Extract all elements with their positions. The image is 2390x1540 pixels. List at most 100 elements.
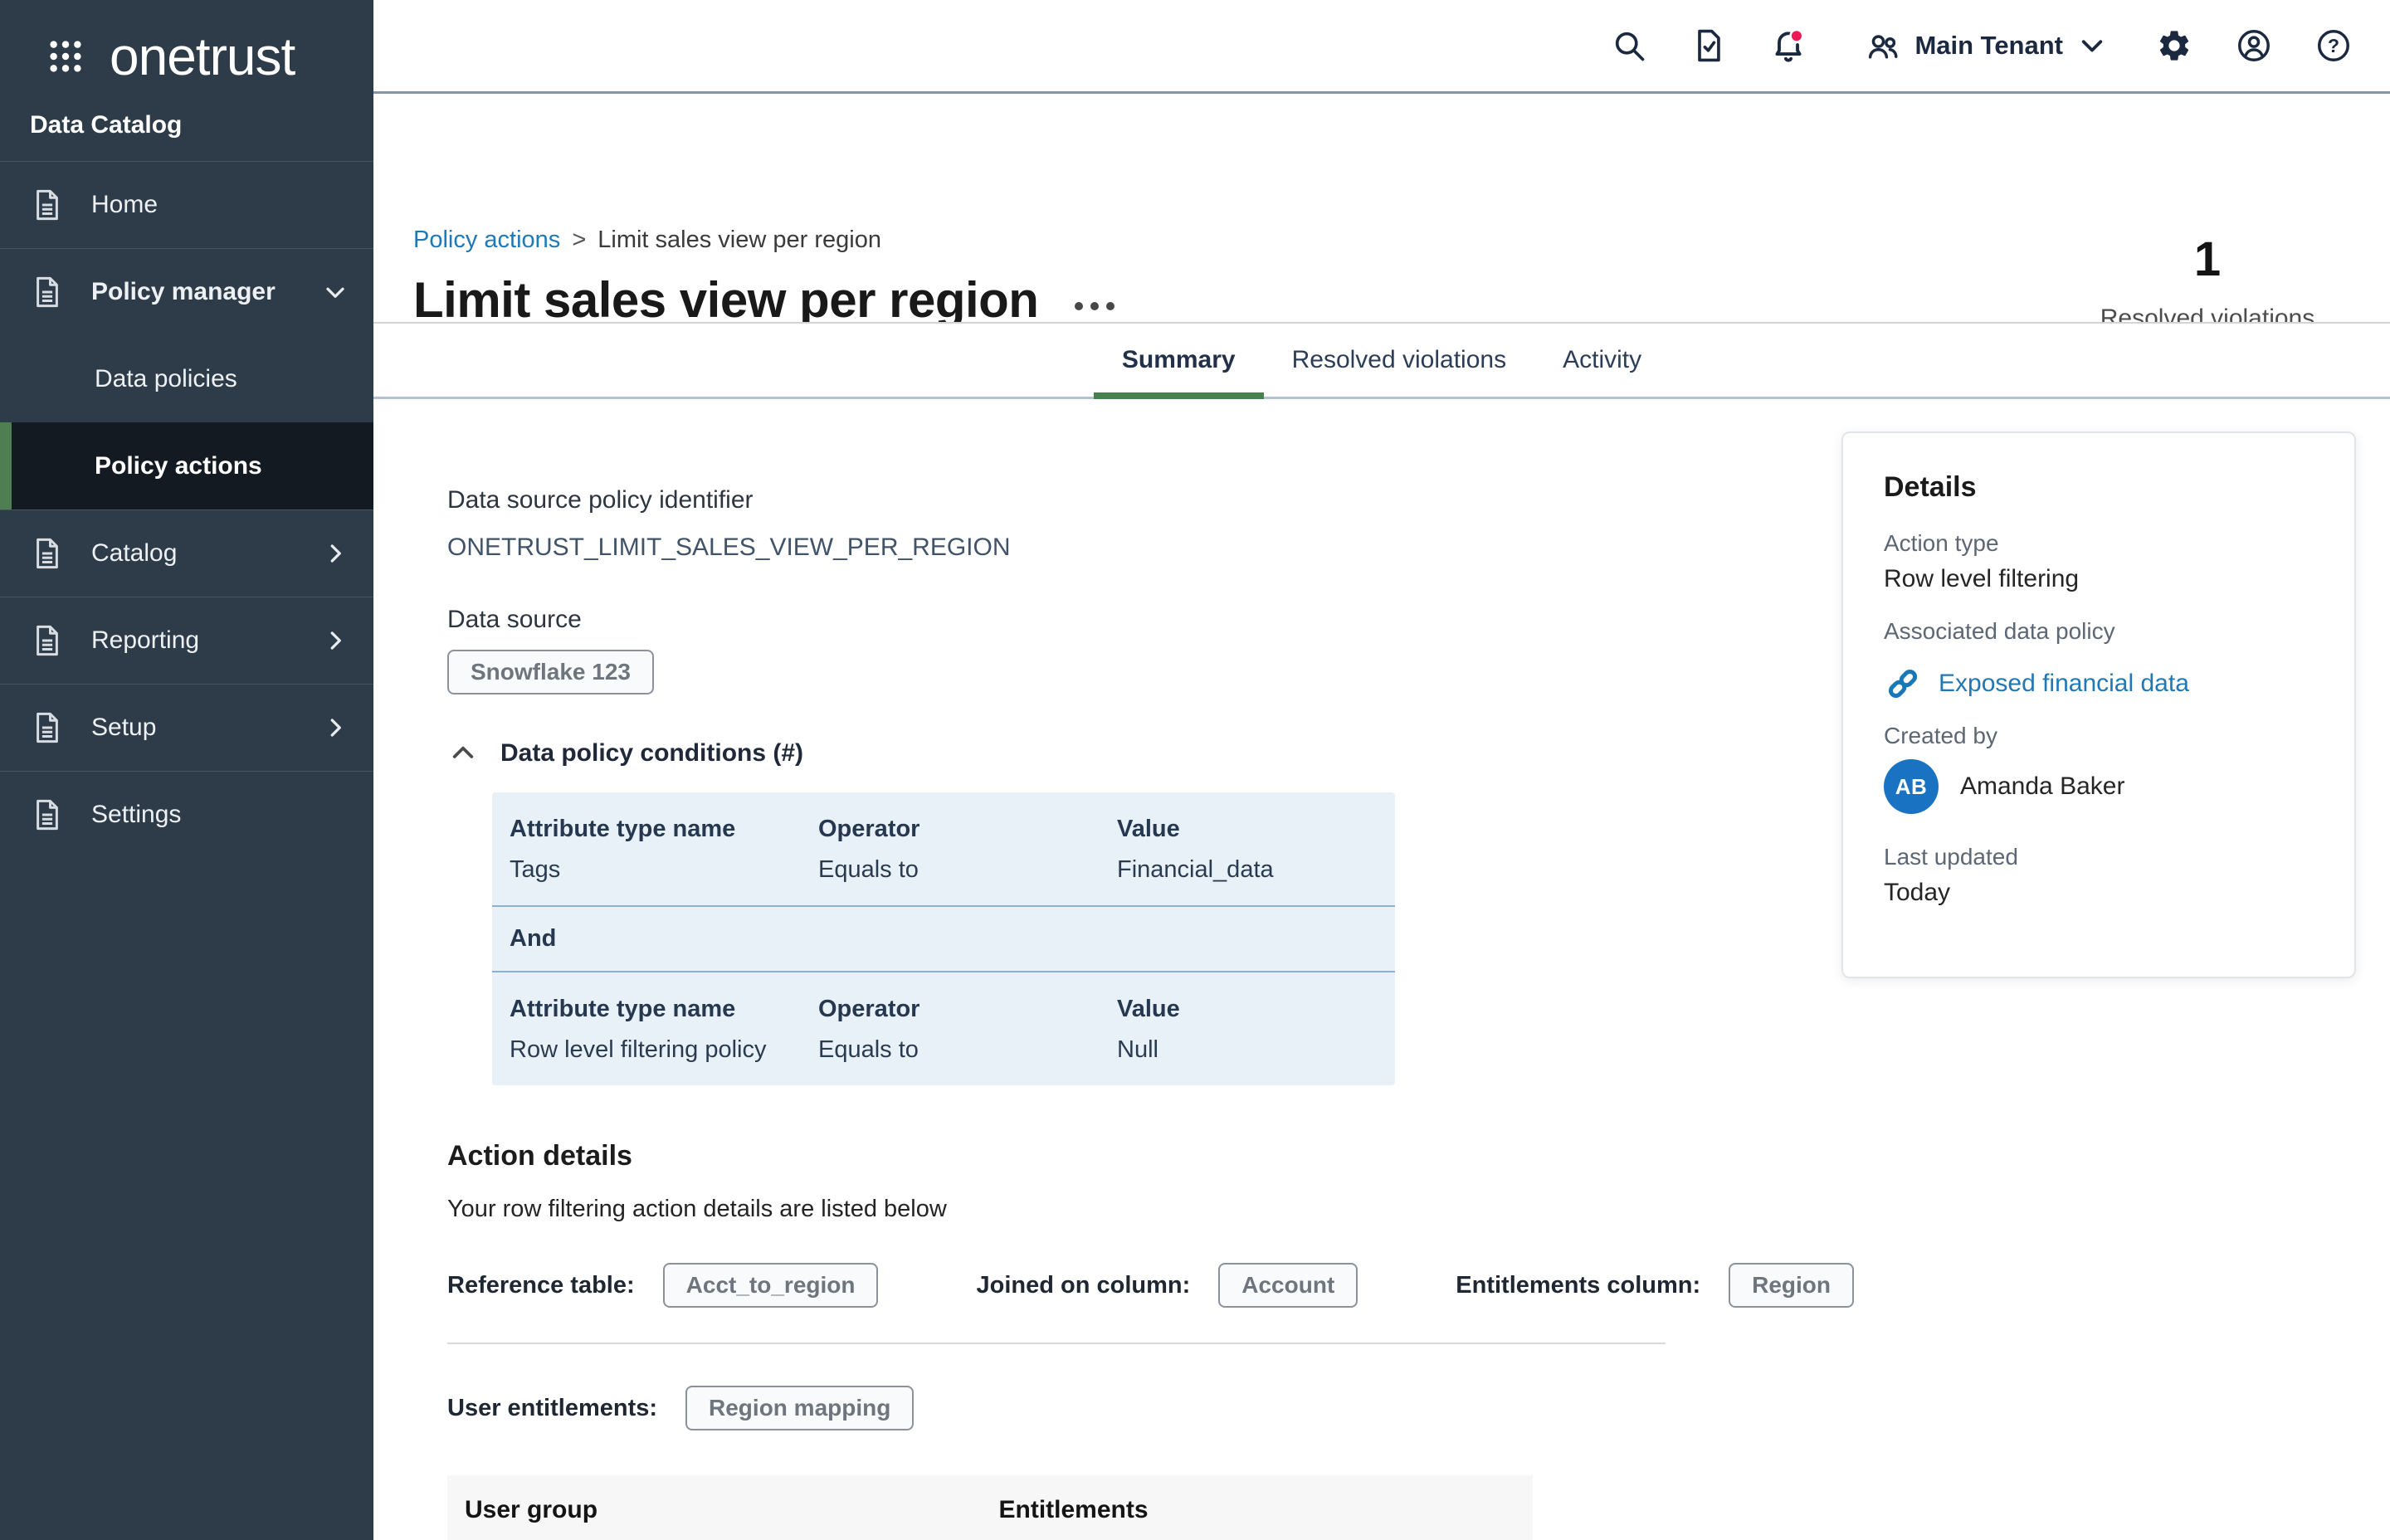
account-icon[interactable]: [2236, 27, 2272, 64]
brand-logo[interactable]: onetrust: [0, 0, 373, 88]
conditions-panel: Attribute type name Operator Value Tags …: [492, 792, 1395, 1085]
entitlements-column-label: Entitlements column:: [1456, 1272, 1700, 1299]
condition-column-header: Operator: [818, 996, 1117, 1023]
gear-icon[interactable]: [2156, 27, 2192, 64]
entitlements-column-chip[interactable]: Region: [1729, 1263, 1854, 1308]
action-type-value: Row level filtering: [1884, 565, 2354, 593]
action-details-subtitle: Your row filtering action details are li…: [447, 1196, 1775, 1223]
sidebar-item-policy-manager[interactable]: Policy manager: [0, 248, 373, 335]
chevron-down-icon: [320, 277, 350, 307]
chevron-right-icon: [320, 626, 350, 655]
reference-table-field: Reference table: Acct_to_region: [447, 1263, 878, 1308]
sidebar-item-label: Data policies: [95, 365, 237, 393]
associated-policy-link-text: Exposed financial data: [1939, 670, 2189, 698]
associated-policy-link[interactable]: Exposed financial data: [1884, 665, 2354, 703]
product-name: Data Catalog: [0, 88, 373, 161]
user-entitlements-label: User entitlements:: [447, 1395, 657, 1422]
sidebar-item-policy-actions[interactable]: Policy actions: [0, 422, 373, 509]
condition-conjunction: And: [492, 905, 1395, 971]
entitlements-table-header: User group Entitlements: [447, 1475, 1533, 1540]
document-icon: [30, 275, 65, 309]
link-chain-icon: [1884, 665, 1922, 703]
sidebar-item-label: Policy manager: [91, 278, 276, 306]
notifications-bell-icon[interactable]: [1770, 27, 1807, 64]
entitlements-table: User group Entitlements: [447, 1475, 1533, 1540]
tab-summary[interactable]: Summary: [1094, 324, 1264, 397]
avatar: AB: [1884, 759, 1939, 814]
condition-operator: Equals to: [818, 856, 1117, 884]
joined-on-column-chip[interactable]: Account: [1218, 1263, 1358, 1308]
tab-resolved-violations[interactable]: Resolved violations: [1264, 324, 1534, 397]
joined-on-column-field: Joined on column: Account: [976, 1263, 1358, 1308]
page-header: Policy actions > Limit sales view per re…: [373, 94, 2390, 324]
condition-column-header: Attribute type name: [510, 816, 818, 843]
action-type-label: Action type: [1884, 530, 2354, 557]
summary-tab-content: Data source policy identifier ONETRUST_L…: [373, 399, 2390, 1540]
condition-column-header: Operator: [818, 816, 1117, 843]
breadcrumb-parent-link[interactable]: Policy actions: [413, 227, 560, 254]
page-title: Limit sales view per region: [413, 271, 1038, 329]
details-title: Details: [1884, 471, 2354, 504]
details-panel: Details Action type Row level filtering …: [1841, 431, 2356, 978]
action-details-title: Action details: [447, 1140, 1775, 1172]
svg-text:?: ?: [2328, 35, 2339, 56]
sidebar-item-label: Settings: [91, 801, 181, 829]
app-window: onetrust Data Catalog Home: [0, 0, 2390, 1540]
sidebar-item-catalog[interactable]: Catalog: [0, 509, 373, 597]
more-actions-icon[interactable]: [1075, 290, 1115, 310]
apps-grid-icon: [46, 37, 85, 76]
sidebar-item-setup[interactable]: Setup: [0, 684, 373, 771]
tenant-label: Main Tenant: [1914, 31, 2063, 61]
identifier-label: Data source policy identifier: [447, 485, 1775, 515]
sidebar-item-label: Home: [91, 191, 158, 219]
topbar: Main Tenant ?: [373, 0, 2390, 94]
condition-column-header: Value: [1117, 996, 1378, 1023]
document-icon: [30, 188, 65, 222]
document-icon: [30, 536, 65, 571]
chevron-down-icon: [2076, 30, 2108, 61]
reference-table-label: Reference table:: [447, 1272, 635, 1299]
condition-column-header: Value: [1117, 816, 1378, 843]
brand-wordmark: onetrust: [110, 26, 295, 87]
tab-bar: Summary Resolved violations Activity: [373, 322, 2390, 399]
condition-attribute: Row level filtering policy: [510, 1036, 818, 1064]
conditions-title: Data policy conditions (#): [500, 739, 803, 768]
condition-row: Attribute type name Operator Value Row l…: [492, 971, 1395, 1085]
sidebar: onetrust Data Catalog Home: [0, 0, 373, 1540]
section-divider: [447, 1343, 1666, 1344]
tenant-switcher[interactable]: Main Tenant: [1865, 27, 2108, 64]
document-check-icon[interactable]: [1690, 27, 1727, 64]
collapse-chevron-up-icon[interactable]: [447, 738, 479, 769]
identifier-value: ONETRUST_LIMIT_SALES_VIEW_PER_REGION: [447, 532, 1775, 563]
sidebar-item-label: Reporting: [91, 626, 199, 655]
sidebar-nav: Home Policy manager Data policies: [0, 161, 373, 858]
condition-attribute: Tags: [510, 856, 818, 884]
document-icon: [30, 710, 65, 745]
chevron-right-icon: [320, 713, 350, 743]
sidebar-item-data-policies[interactable]: Data policies: [0, 335, 373, 422]
resolved-violations-stat: 1 Resolved violations: [2075, 233, 2340, 333]
sidebar-item-label: Catalog: [91, 539, 177, 568]
user-entitlements-chip[interactable]: Region mapping: [685, 1386, 914, 1430]
breadcrumb-separator: >: [572, 227, 586, 254]
column-header-entitlements: Entitlements: [999, 1496, 1534, 1524]
breadcrumb-current: Limit sales view per region: [598, 227, 881, 254]
last-updated-value: Today: [1884, 879, 2354, 907]
sidebar-item-home[interactable]: Home: [0, 161, 373, 248]
reference-table-chip[interactable]: Acct_to_region: [663, 1263, 879, 1308]
created-by-label: Created by: [1884, 723, 2354, 749]
document-icon: [30, 623, 65, 658]
document-icon: [30, 797, 65, 832]
search-icon[interactable]: [1611, 27, 1647, 64]
datasource-chip[interactable]: Snowflake 123: [447, 650, 654, 694]
help-icon[interactable]: ?: [2315, 27, 2352, 64]
condition-operator: Equals to: [818, 1036, 1117, 1064]
datasource-label: Data source: [447, 605, 1775, 635]
sidebar-item-label: Policy actions: [95, 452, 262, 480]
sidebar-item-reporting[interactable]: Reporting: [0, 597, 373, 684]
tab-activity[interactable]: Activity: [1534, 324, 1670, 397]
condition-column-header: Attribute type name: [510, 996, 818, 1023]
condition-row: Attribute type name Operator Value Tags …: [492, 792, 1395, 905]
created-by-row: AB Amanda Baker: [1884, 759, 2354, 814]
sidebar-item-settings[interactable]: Settings: [0, 771, 373, 858]
